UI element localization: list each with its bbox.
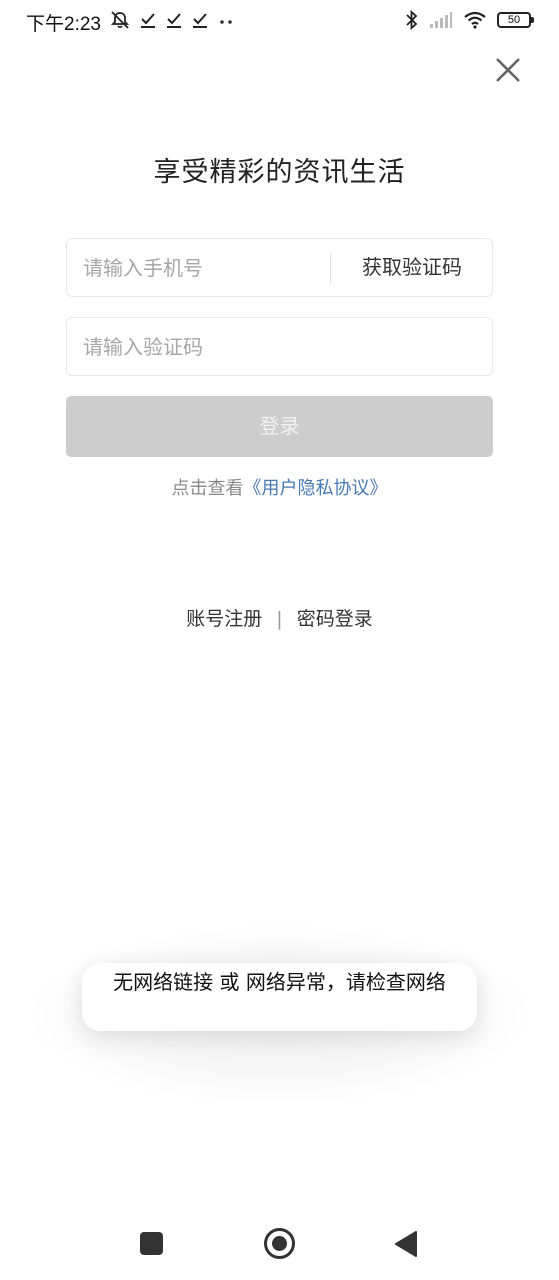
status-time: 下午2:23 xyxy=(26,14,101,35)
check-icon xyxy=(193,13,207,28)
login-button[interactable]: 登录 xyxy=(66,396,493,457)
back-triangle-icon[interactable] xyxy=(394,1230,418,1258)
signal-icon xyxy=(430,12,452,28)
phone-field-container: 获取验证码 xyxy=(66,238,493,297)
battery-icon: 50 xyxy=(497,12,534,28)
alternate-login-links: 账号注册 | 密码登录 xyxy=(0,604,559,631)
link-separator: | xyxy=(276,608,283,630)
wifi-icon xyxy=(464,11,486,29)
code-field-container xyxy=(66,317,493,376)
navigation-bar xyxy=(0,1210,559,1280)
bluetooth-icon xyxy=(406,10,418,30)
home-circle-icon[interactable] xyxy=(263,1227,296,1260)
battery-level: 50 xyxy=(507,14,521,26)
toast-message: 无网络链接 或 网络异常，请检查网络 xyxy=(113,970,446,994)
get-code-button[interactable]: 获取验证码 xyxy=(331,239,493,296)
notification-icons xyxy=(110,10,234,30)
network-error-toast: 无网络链接 或 网络异常，请检查网络 xyxy=(82,963,477,1031)
verification-code-input[interactable] xyxy=(67,318,492,375)
privacy-policy-link[interactable]: 《用户隐私协议》 xyxy=(244,478,388,499)
mute-bell-icon xyxy=(110,11,130,29)
more-dots-icon xyxy=(220,20,232,24)
close-button[interactable] xyxy=(493,55,523,85)
close-icon xyxy=(496,58,520,82)
password-login-link[interactable]: 密码登录 xyxy=(297,608,373,630)
register-link[interactable]: 账号注册 xyxy=(186,608,262,630)
system-icons: 50 xyxy=(405,10,534,30)
recents-square-icon[interactable] xyxy=(140,1232,163,1255)
check-icon xyxy=(167,13,181,28)
phone-input[interactable] xyxy=(67,239,329,296)
check-icon xyxy=(141,13,155,28)
status-bar: 下午2:23 50 xyxy=(0,0,559,44)
page-title: 享受精彩的资讯生活 xyxy=(153,157,406,188)
privacy-prefix: 点击查看 xyxy=(171,478,244,499)
privacy-notice: 点击查看《用户隐私协议》 xyxy=(0,474,559,500)
